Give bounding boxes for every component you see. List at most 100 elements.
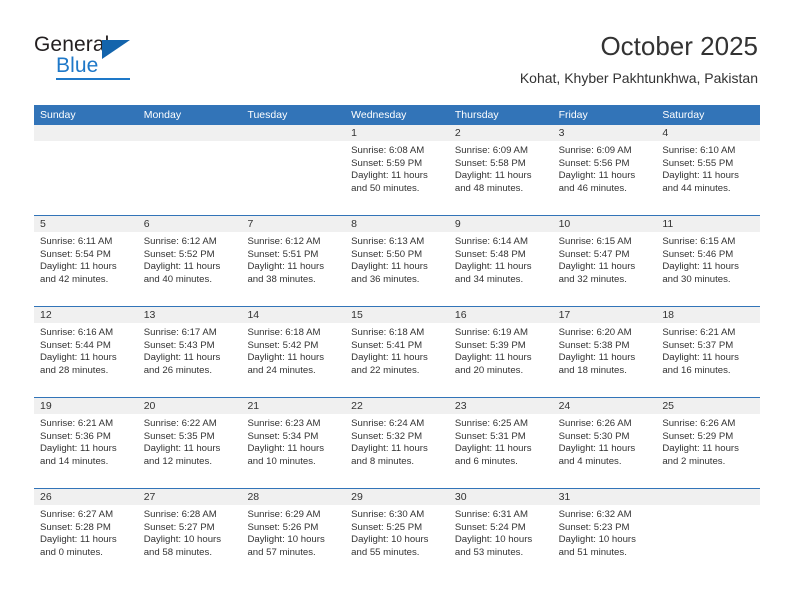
day-cell-18[interactable]: Sunrise: 6:21 AM Sunset: 5:37 PM Daylight:… <box>656 323 760 397</box>
day-number-19[interactable]: 19 <box>34 398 138 414</box>
day-cell-29[interactable]: Sunrise: 6:30 AM Sunset: 5:25 PM Daylight:… <box>345 505 449 579</box>
day-detail-line: Sunset: 5:26 PM <box>247 521 319 533</box>
day-cell-24[interactable]: Sunrise: 6:26 AM Sunset: 5:30 PM Daylight:… <box>553 414 657 488</box>
day-cell-empty <box>241 141 345 215</box>
day-cell-20[interactable]: Sunrise: 6:22 AM Sunset: 5:35 PM Daylight:… <box>138 414 242 488</box>
day-cell-26[interactable]: Sunrise: 6:27 AM Sunset: 5:28 PM Daylight:… <box>34 505 138 579</box>
day-cell-2[interactable]: Sunrise: 6:09 AM Sunset: 5:58 PM Daylight:… <box>449 141 553 215</box>
day-cell-12[interactable]: Sunrise: 6:16 AM Sunset: 5:44 PM Daylight:… <box>34 323 138 397</box>
day-detail-line: Sunset: 5:24 PM <box>454 521 526 533</box>
day-number-4[interactable]: 4 <box>656 125 760 141</box>
day-number-13[interactable]: 13 <box>138 307 242 323</box>
day-number-28[interactable]: 28 <box>241 489 345 505</box>
day-number-14[interactable]: 14 <box>241 307 345 323</box>
day-cell-13[interactable]: Sunrise: 6:17 AM Sunset: 5:43 PM Daylight:… <box>138 323 242 397</box>
day-detail-line: Sunrise: 6:15 AM <box>558 236 632 247</box>
day-cell-3[interactable]: Sunrise: 6:09 AM Sunset: 5:56 PM Daylight:… <box>553 141 657 215</box>
day-cell-23[interactable]: Sunrise: 6:25 AM Sunset: 5:31 PM Daylight:… <box>449 414 553 488</box>
day-cell-5[interactable]: Sunrise: 6:11 AM Sunset: 5:54 PM Daylight:… <box>34 232 138 306</box>
day-number-26[interactable]: 26 <box>34 489 138 505</box>
day-detail-line: Sunset: 5:50 PM <box>351 248 423 260</box>
day-number-12[interactable]: 12 <box>34 307 138 323</box>
calendar-week-row: 19 20 21 22 23 24 25 Sunrise: 6:21 AM Sunset: 5:… <box>34 397 760 488</box>
day-number-6[interactable]: 6 <box>138 216 242 232</box>
day-cell-10[interactable]: Sunrise: 6:15 AM Sunset: 5:47 PM Daylight:… <box>553 232 657 306</box>
day-number-29[interactable]: 29 <box>345 489 449 505</box>
day-number-3[interactable]: 3 <box>553 125 657 141</box>
day-cell-19[interactable]: Sunrise: 6:21 AM Sunset: 5:36 PM Daylight:… <box>34 414 138 488</box>
day-number-17[interactable]: 17 <box>553 307 657 323</box>
day-detail-line: Daylight: 11 hours <box>662 261 739 273</box>
day-detail-line: Sunrise: 6:15 AM <box>662 236 736 247</box>
day-detail-line: Sunset: 5:54 PM <box>40 248 111 260</box>
day-detail-line: and 4 minutes. <box>558 455 622 467</box>
day-cell-7[interactable]: Sunrise: 6:12 AM Sunset: 5:51 PM Daylight:… <box>241 232 345 306</box>
day-detail-line: Sunset: 5:39 PM <box>454 339 526 351</box>
day-detail-line: Sunrise: 6:08 AM <box>351 145 425 156</box>
day-cell-17[interactable]: Sunrise: 6:20 AM Sunset: 5:38 PM Daylight:… <box>553 323 657 397</box>
day-number-30[interactable]: 30 <box>449 489 553 505</box>
day-number-25[interactable]: 25 <box>656 398 760 414</box>
day-cell-22[interactable]: Sunrise: 6:24 AM Sunset: 5:32 PM Daylight:… <box>345 414 449 488</box>
day-detail-line: Sunrise: 6:18 AM <box>247 327 321 338</box>
day-cell-30[interactable]: Sunrise: 6:31 AM Sunset: 5:24 PM Daylight:… <box>449 505 553 579</box>
day-cell-11[interactable]: Sunrise: 6:15 AM Sunset: 5:46 PM Daylight:… <box>656 232 760 306</box>
day-number-8[interactable]: 8 <box>345 216 449 232</box>
general-blue-logo[interactable]: General Blue <box>34 33 214 85</box>
week-date-band: 1234 <box>34 125 760 141</box>
day-detail-line: Daylight: 11 hours <box>454 261 532 273</box>
day-detail-line: Sunset: 5:55 PM <box>662 157 734 169</box>
day-number-2[interactable]: 2 <box>449 125 553 141</box>
day-number-22[interactable]: 22 <box>345 398 449 414</box>
day-number-11[interactable]: 11 <box>656 216 760 232</box>
day-detail-line: Sunrise: 6:26 AM <box>558 418 632 429</box>
day-detail-line: Sunset: 5:37 PM <box>662 339 734 351</box>
day-number-31[interactable]: 31 <box>553 489 657 505</box>
day-number-5[interactable]: 5 <box>34 216 138 232</box>
day-number-16[interactable]: 16 <box>449 307 553 323</box>
day-detail-line: and 51 minutes. <box>558 546 627 558</box>
day-cell-1[interactable]: Sunrise: 6:08 AM Sunset: 5:59 PM Daylight:… <box>345 141 449 215</box>
day-number-20[interactable]: 20 <box>138 398 242 414</box>
day-detail-line: Daylight: 11 hours <box>247 352 325 364</box>
day-number-21[interactable]: 21 <box>241 398 345 414</box>
day-cell-15[interactable]: Sunrise: 6:18 AM Sunset: 5:41 PM Daylight:… <box>345 323 449 397</box>
day-cell-14[interactable]: Sunrise: 6:18 AM Sunset: 5:42 PM Daylight:… <box>241 323 345 397</box>
day-of-week-header-row: Sunday Monday Tuesday Wednesday Thursday Frid… <box>34 105 760 125</box>
day-cell-27[interactable]: Sunrise: 6:28 AM Sunset: 5:27 PM Daylight:… <box>138 505 242 579</box>
day-cell-4[interactable]: Sunrise: 6:10 AM Sunset: 5:55 PM Daylight:… <box>656 141 760 215</box>
day-cell-6[interactable]: Sunrise: 6:12 AM Sunset: 5:52 PM Daylight:… <box>138 232 242 306</box>
day-cell-25[interactable]: Sunrise: 6:26 AM Sunset: 5:29 PM Daylight:… <box>656 414 760 488</box>
day-detail-line: Sunrise: 6:23 AM <box>247 418 321 429</box>
day-cell-28[interactable]: Sunrise: 6:29 AM Sunset: 5:26 PM Daylight:… <box>241 505 345 579</box>
day-detail-line: and 12 minutes. <box>143 455 212 467</box>
day-detail-line: Sunrise: 6:28 AM <box>143 509 217 520</box>
day-detail-line: Sunset: 5:47 PM <box>558 248 630 260</box>
day-number-27[interactable]: 27 <box>138 489 242 505</box>
day-detail-line: Sunrise: 6:22 AM <box>143 418 217 429</box>
day-detail-line: and 6 minutes. <box>454 455 518 467</box>
day-number-9[interactable]: 9 <box>449 216 553 232</box>
day-number-10[interactable]: 10 <box>553 216 657 232</box>
day-number-1[interactable]: 1 <box>345 125 449 141</box>
day-number-15[interactable]: 15 <box>345 307 449 323</box>
day-detail-line: and 36 minutes. <box>351 273 420 285</box>
day-cell-16[interactable]: Sunrise: 6:19 AM Sunset: 5:39 PM Daylight:… <box>449 323 553 397</box>
day-detail-line: and 28 minutes. <box>40 364 109 376</box>
day-number-24[interactable]: 24 <box>553 398 657 414</box>
day-number-18[interactable]: 18 <box>656 307 760 323</box>
day-detail-line: Sunset: 5:51 PM <box>247 248 319 260</box>
day-cell-9[interactable]: Sunrise: 6:14 AM Sunset: 5:48 PM Daylight:… <box>449 232 553 306</box>
day-detail-line: and 40 minutes. <box>143 273 212 285</box>
day-detail-line: Sunset: 5:35 PM <box>143 430 215 442</box>
day-number-7[interactable]: 7 <box>241 216 345 232</box>
day-detail-line: Sunset: 5:43 PM <box>143 339 215 351</box>
day-cell-8[interactable]: Sunrise: 6:13 AM Sunset: 5:50 PM Daylight:… <box>345 232 449 306</box>
day-cell-31[interactable]: Sunrise: 6:32 AM Sunset: 5:23 PM Daylight:… <box>553 505 657 579</box>
day-detail-line: and 0 minutes. <box>40 546 103 558</box>
day-cell-21[interactable]: Sunrise: 6:23 AM Sunset: 5:34 PM Daylight:… <box>241 414 345 488</box>
day-number-23[interactable]: 23 <box>449 398 553 414</box>
day-detail-line: Sunset: 5:58 PM <box>454 157 526 169</box>
week-detail-band: Sunrise: 6:08 AM Sunset: 5:59 PM Daylight:… <box>34 141 760 215</box>
day-detail-line: Sunset: 5:25 PM <box>351 521 423 533</box>
